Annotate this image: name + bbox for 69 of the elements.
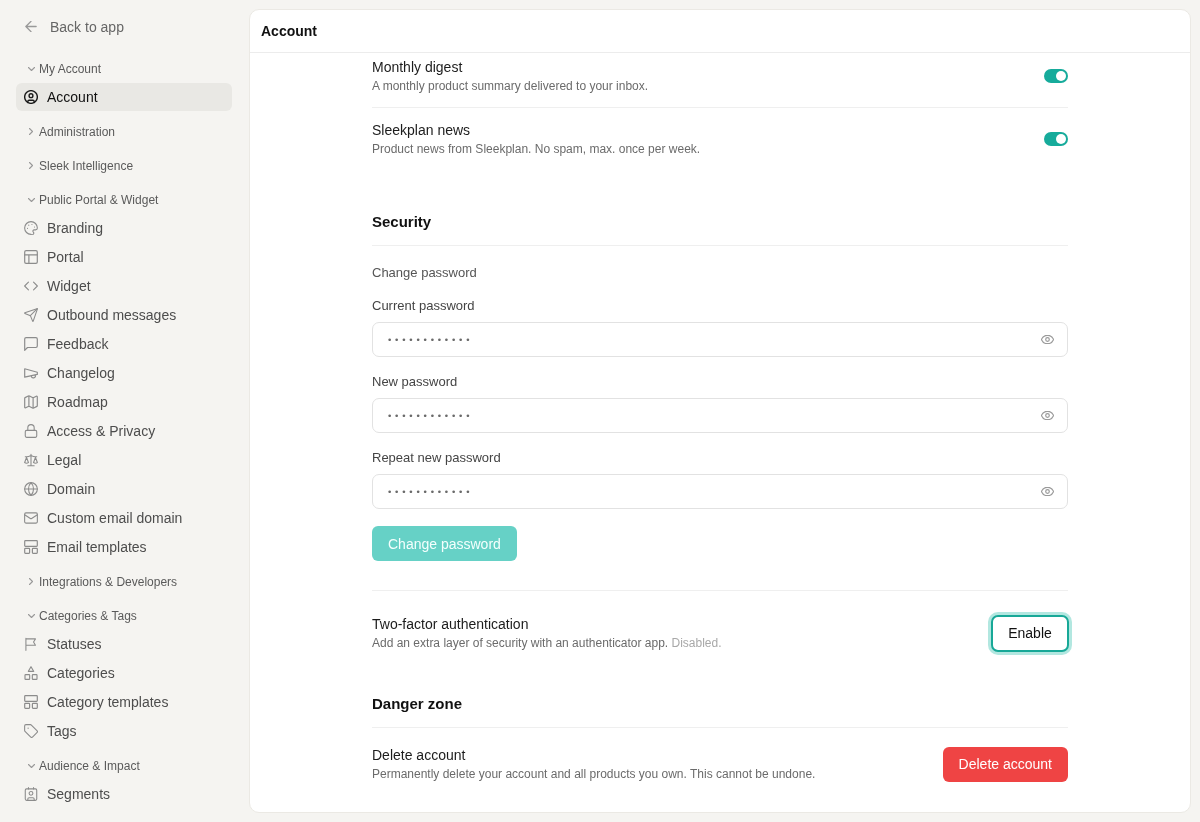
delete-account-button[interactable]: Delete account [942, 746, 1068, 782]
setting-description: Permanently delete your account and all products you own. This cannot be undone. [372, 766, 816, 783]
password-field[interactable]: •••••••••••• [372, 398, 1068, 433]
nav-item[interactable]: Statuses [16, 630, 232, 658]
nav-item[interactable]: Custom email domain [16, 504, 232, 532]
speech-bubble-icon [24, 337, 38, 351]
nav-item[interactable]: Categories [16, 659, 232, 687]
shapes-icon [24, 666, 38, 680]
map-icon [24, 395, 38, 409]
password-field[interactable]: •••••••••••• [372, 322, 1068, 357]
section-heading: Security [372, 212, 432, 232]
toggle-switch[interactable] [1044, 69, 1068, 83]
nav-item[interactable]: Outbound messages [16, 301, 232, 329]
setting-title: Two-factor authentication [372, 615, 529, 634]
nav-item[interactable]: Branding [16, 214, 232, 242]
nav-item[interactable]: Legal [16, 446, 232, 474]
nav-item[interactable]: Roadmap [16, 388, 232, 416]
field-label: New password [372, 373, 458, 391]
nav-item[interactable]: Access & Privacy [16, 417, 232, 445]
section-heading: Danger zone [372, 694, 462, 714]
nav-item[interactable]: Changelog [16, 359, 232, 387]
arrow-left-icon [25, 21, 37, 32]
setting-description: A monthly product summary delivered to your inbox. [372, 78, 649, 95]
group-toggle[interactable]: Administration [16, 117, 232, 146]
group-toggle[interactable]: Categories & Tags [16, 601, 232, 630]
send-icon [24, 308, 38, 322]
flag-icon [24, 637, 38, 651]
setting-title: Monthly digest [372, 58, 463, 77]
palette-icon [24, 221, 38, 235]
eye-icon[interactable] [1041, 487, 1054, 496]
nav-item[interactable]: Category templates [16, 688, 232, 716]
setting-title: Sleekplan news [372, 121, 471, 140]
tag-icon [24, 724, 38, 738]
mail-icon [24, 511, 38, 525]
nav-item[interactable]: Account [16, 83, 232, 111]
globe-icon [24, 482, 38, 496]
group-toggle[interactable]: Sleek Intelligence [16, 151, 232, 180]
nav-item[interactable]: Tags [16, 717, 232, 745]
lock-icon [24, 424, 38, 438]
group-toggle[interactable]: Audience & Impact [16, 751, 232, 780]
group-toggle[interactable]: Integrations & Developers [16, 567, 232, 596]
megaphone-icon [24, 366, 38, 380]
nav-item[interactable]: Portal [16, 243, 232, 271]
setting-title: Delete account [372, 746, 466, 765]
nav-item[interactable]: Widget [16, 272, 232, 300]
template-icon [24, 540, 38, 554]
scales-icon [24, 453, 38, 467]
nav-item[interactable]: Domain [16, 475, 232, 503]
setting-description: Add an extra layer of security with an authenticator app. Disabled. [372, 635, 722, 652]
nav-item[interactable]: Email templates [16, 533, 232, 561]
enable-button[interactable]: Enable [991, 614, 1069, 652]
template-icon [24, 695, 38, 709]
eye-icon[interactable] [1041, 411, 1054, 420]
eye-icon[interactable] [1041, 335, 1054, 344]
back-link[interactable]: Back to app [16, 12, 232, 41]
field-label: Current password [372, 297, 475, 315]
toggle-switch[interactable] [1044, 132, 1068, 146]
user-square-icon [24, 787, 38, 801]
code-icon [24, 279, 38, 293]
nav-item[interactable]: Segments [16, 780, 232, 808]
layout-icon [24, 250, 38, 264]
setting-description: Product news from Sleekplan. No spam, max. once per week. [372, 141, 701, 158]
password-field[interactable]: •••••••••••• [372, 474, 1068, 509]
page-title: Account [261, 23, 317, 39]
subsection-label: Change password [372, 264, 477, 282]
nav-item[interactable]: Feedback [16, 330, 232, 358]
group-toggle[interactable]: Public Portal & Widget [16, 185, 232, 214]
field-label: Repeat new password [372, 449, 501, 467]
group-toggle[interactable]: My Account [16, 54, 232, 83]
